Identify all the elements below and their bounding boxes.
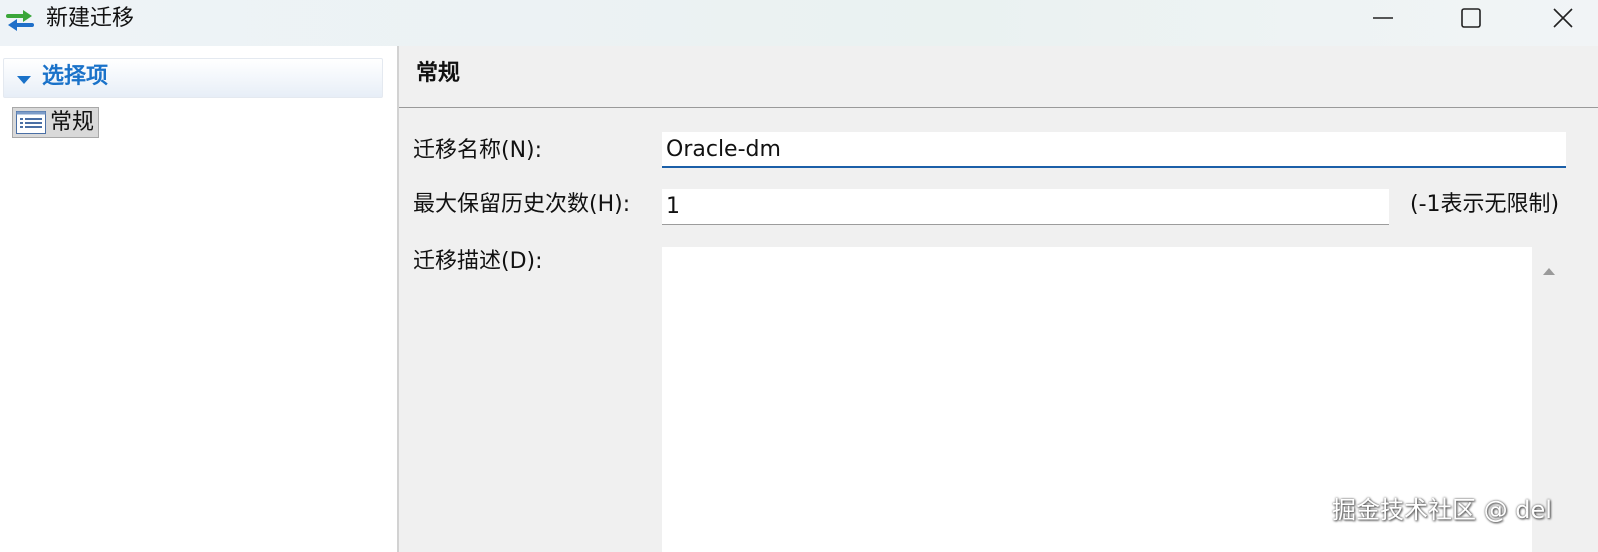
migration-name-label: 迁移名称(N): bbox=[413, 138, 543, 163]
close-button[interactable] bbox=[1540, 0, 1586, 40]
collapse-arrow-icon bbox=[16, 71, 32, 90]
nav-item-general[interactable]: 常规 bbox=[12, 107, 99, 138]
watermark-text: 掘金技术社区 @ del bbox=[1332, 496, 1552, 524]
minimize-icon bbox=[1372, 7, 1394, 33]
maximize-icon bbox=[1460, 7, 1482, 33]
page-title: 常规 bbox=[416, 61, 461, 86]
migration-name-input[interactable] bbox=[662, 132, 1566, 168]
close-icon bbox=[1552, 7, 1574, 33]
section-header-options[interactable]: 选择项 bbox=[3, 58, 383, 98]
general-page: 常规 迁移名称(N): 最大保留历史次数(H): (-1表示无限制) 迁移描述(… bbox=[399, 46, 1598, 552]
max-history-label: 最大保留历史次数(H): bbox=[413, 192, 631, 217]
nav-item-label: 常规 bbox=[50, 110, 95, 135]
minimize-button[interactable] bbox=[1360, 0, 1406, 40]
options-panel: 选择项 常规 bbox=[0, 46, 397, 552]
section-title: 选择项 bbox=[42, 64, 109, 89]
title-bar: 新建迁移 bbox=[0, 0, 1598, 46]
swap-arrows-icon bbox=[4, 7, 36, 33]
scroll-up-arrow-icon[interactable] bbox=[1542, 261, 1556, 280]
max-history-hint: (-1表示无限制) bbox=[1410, 192, 1560, 217]
list-icon bbox=[16, 111, 46, 138]
window-title: 新建迁移 bbox=[46, 6, 135, 31]
max-history-input[interactable] bbox=[662, 189, 1389, 225]
maximize-button[interactable] bbox=[1448, 0, 1494, 40]
separator bbox=[399, 107, 1598, 108]
migration-description-label: 迁移描述(D): bbox=[413, 249, 543, 274]
